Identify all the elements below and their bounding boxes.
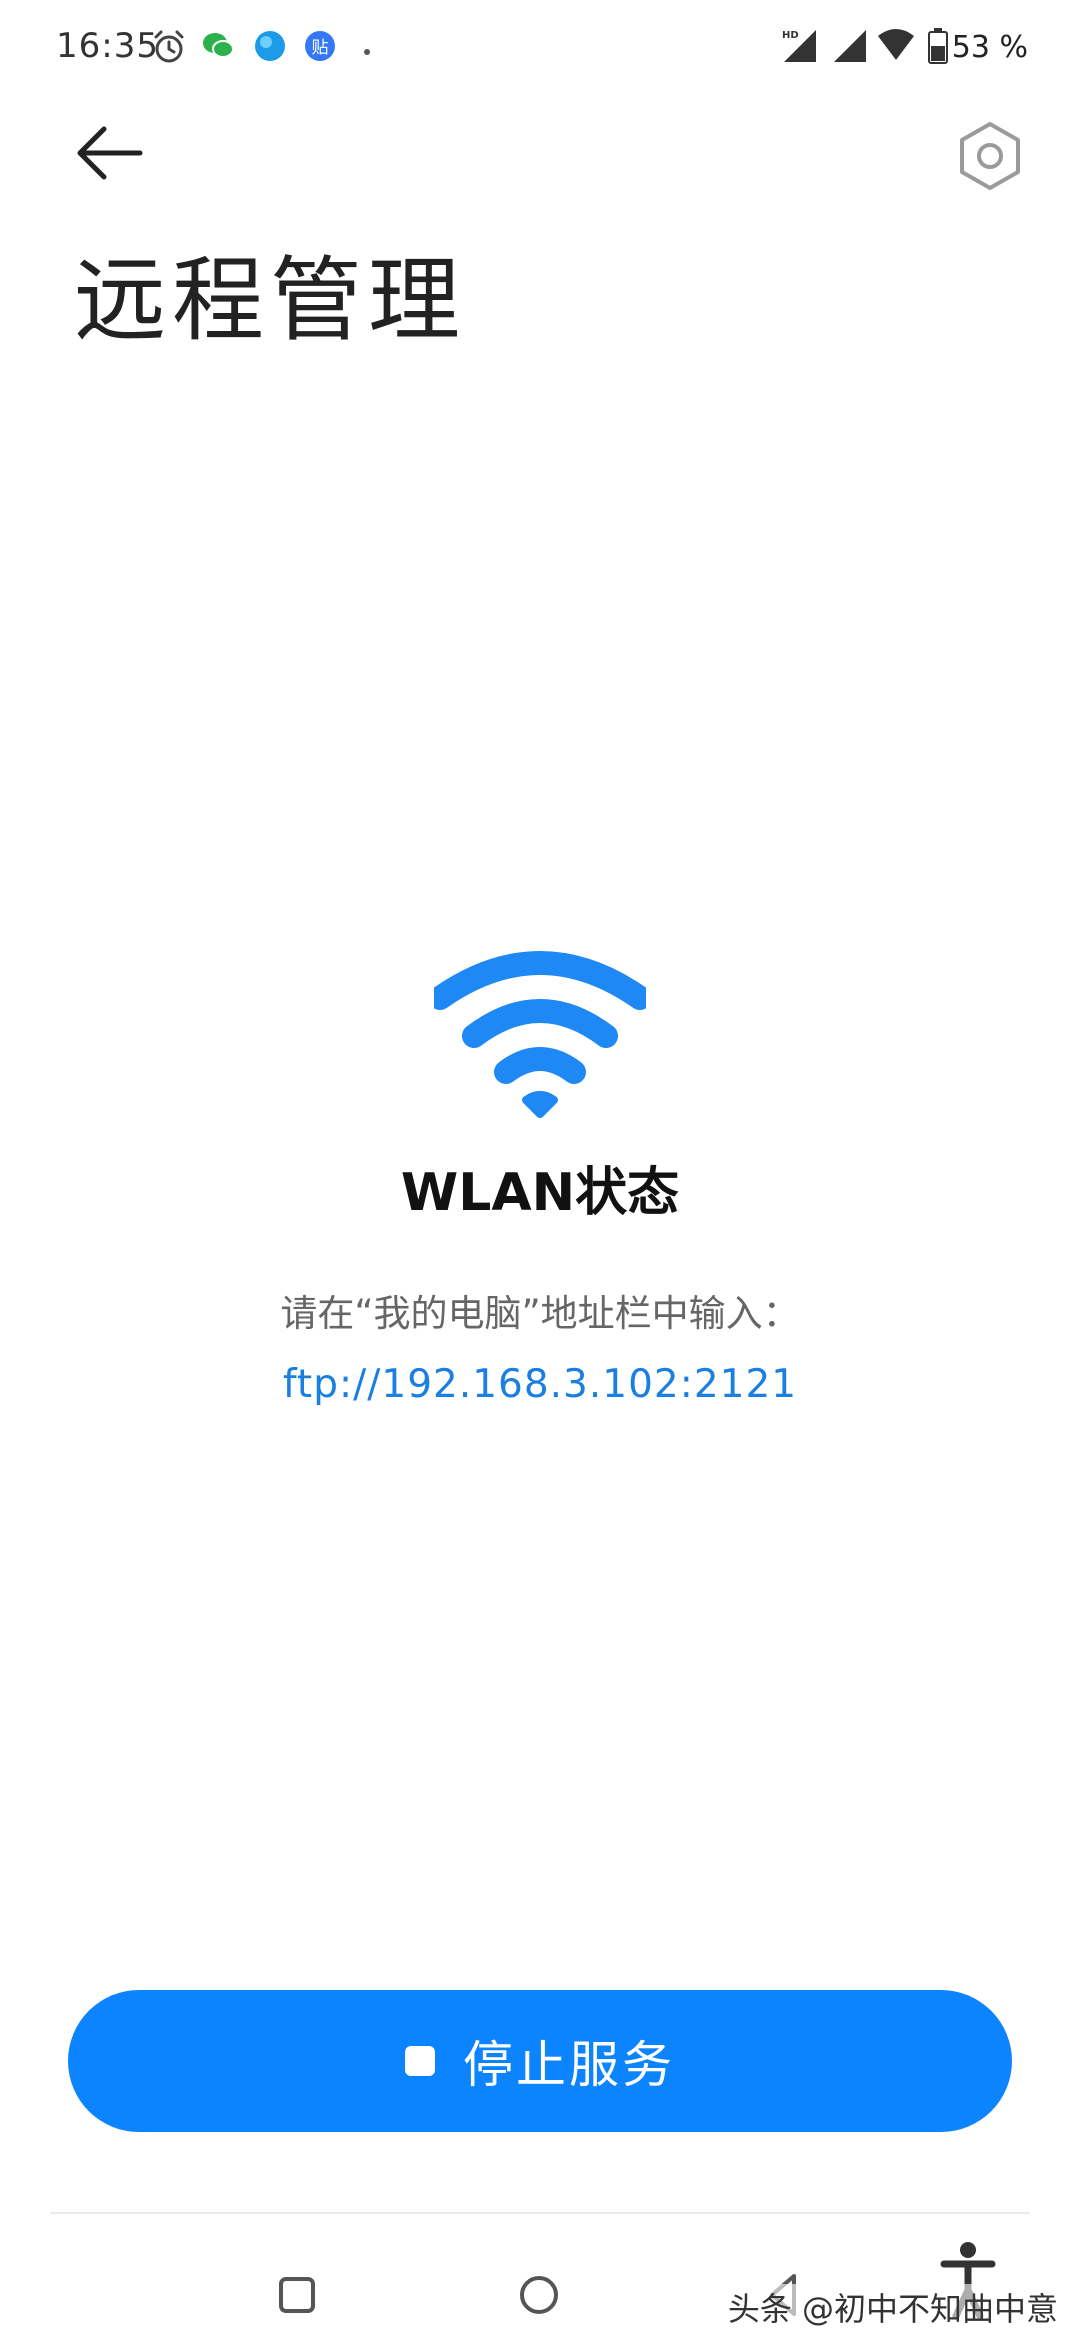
svg-text:HD: HD <box>782 30 799 41</box>
stop-service-button[interactable]: 停止服务 <box>68 1990 1012 2132</box>
square-recents-icon <box>279 2277 315 2313</box>
stop-service-label: 停止服务 <box>463 2036 675 2094</box>
stop-icon <box>405 2046 435 2076</box>
signal-icon <box>830 26 868 68</box>
alarm-icon <box>150 28 188 70</box>
recents-button[interactable] <box>252 2250 342 2340</box>
nav-divider <box>50 2212 1030 2214</box>
instruction-text: 请在“我的电脑”地址栏中输入： <box>280 1292 800 1335</box>
hexagon-settings-icon <box>960 122 1020 190</box>
page-title: 远程管理 <box>74 247 467 354</box>
back-button[interactable] <box>70 118 150 188</box>
wifi-icon <box>428 950 652 1120</box>
hd-signal-icon: HD <box>780 26 818 68</box>
settings-button[interactable] <box>952 118 1028 194</box>
circle-home-icon <box>520 2276 558 2314</box>
watermark-text: 头条 @初中不知曲中意 <box>727 2284 1058 2330</box>
tieba-icon: 贴 <box>302 28 338 68</box>
ftp-address[interactable]: ftp://192.168.3.102:2121 <box>0 1362 1080 1407</box>
status-bar: 16:35 贴 HD 53 % <box>0 0 1080 96</box>
status-time: 16:35 <box>56 26 159 66</box>
dot-icon <box>362 42 372 61</box>
wechat-icon <box>200 28 236 68</box>
wifi-status-icon <box>876 26 916 68</box>
browser-icon <box>252 28 288 68</box>
home-button[interactable] <box>494 2250 584 2340</box>
wlan-status-label: WLAN状态 <box>400 1163 680 1223</box>
battery-percent: 53 % <box>951 30 1028 65</box>
battery-icon <box>928 28 948 68</box>
screen: 16:35 贴 HD 53 % 远程管理 WLAN状态 请在“我的电脑”地址栏中… <box>0 0 1080 2340</box>
arrow-left-icon <box>77 126 143 180</box>
svg-text:贴: 贴 <box>312 38 329 58</box>
